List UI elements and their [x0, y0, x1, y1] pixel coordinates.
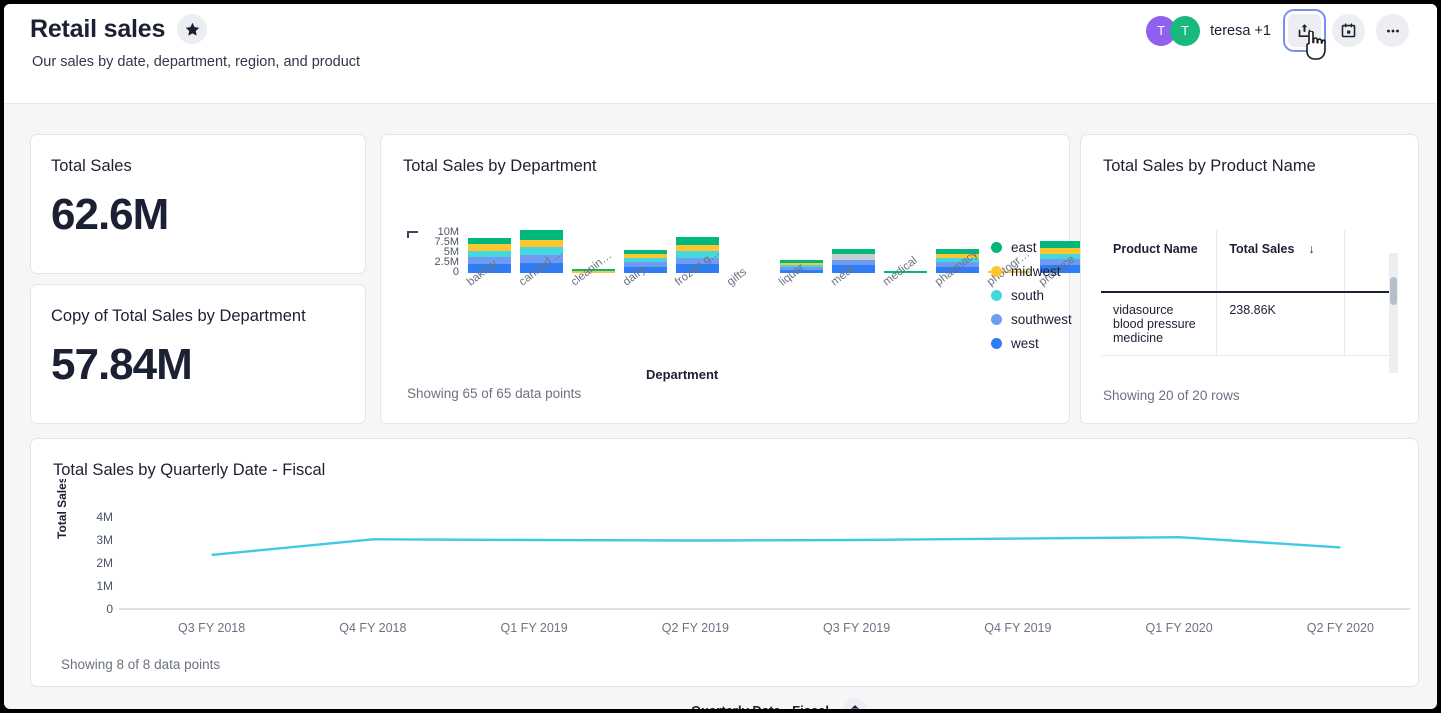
- tile-footer: Showing 20 of 20 rows: [1103, 388, 1240, 403]
- bar-chart-x-tick: cleanin…: [567, 275, 619, 335]
- page-title: Retail sales: [30, 15, 165, 44]
- table-cell: 238.86K: [1217, 292, 1345, 356]
- bar-chart-x-tick: bakery: [463, 275, 515, 335]
- bar-chart-x-axis-title: Department: [646, 367, 718, 382]
- legend-label: southwest: [1011, 312, 1072, 327]
- bar-chart-x-tick: medical: [879, 275, 931, 335]
- star-icon[interactable]: [177, 14, 207, 44]
- tile-copy-of-total-sales-by-department[interactable]: Copy of Total Sales by Department 57.84M: [30, 284, 366, 424]
- line-chart-x-tick: Q2 FY 2020: [1280, 621, 1400, 635]
- title-row: Retail sales: [30, 14, 207, 44]
- line-chart-x-tick: Q4 FY 2018: [313, 621, 433, 635]
- bar-chart-x-tick: frozen g…: [671, 275, 723, 335]
- line-chart[interactable]: 4M 3M 2M 1M 0 Q3 FY 2018 Q4 FY 2018 Q1 FY 2019…: [31, 509, 1420, 649]
- bar-chart[interactable]: 10M7.5M5M2.5M0 bakerycanned …cleanin…dai…: [403, 225, 963, 355]
- line-chart-y-tick: 1M: [73, 579, 113, 593]
- bar-segment-south[interactable]: [468, 251, 511, 258]
- more-options-button[interactable]: [1376, 14, 1409, 47]
- bar-segment-east[interactable]: [468, 238, 511, 245]
- product-table-wrapper[interactable]: Product Name Total Sales ↓ vidasource blo…: [1101, 230, 1398, 375]
- avatar[interactable]: T: [1170, 16, 1200, 46]
- dashboard-root: Retail sales Our sales by date, departme…: [0, 0, 1441, 713]
- line-chart-x-tick: Q3 FY 2019: [797, 621, 917, 635]
- bar-chart-bar-group[interactable]: [619, 225, 671, 273]
- tile-title: Total Sales: [51, 157, 132, 176]
- legend-label: south: [1011, 288, 1044, 303]
- header-actions: T T teresa +1: [1146, 14, 1409, 47]
- tile-footer: Showing 65 of 65 data points: [407, 386, 581, 401]
- kpi-value: 62.6M: [51, 190, 168, 240]
- tile-title: Total Sales by Product Name: [1103, 157, 1316, 176]
- bar-chart-x-tick: meat: [827, 275, 879, 335]
- legend-item-east[interactable]: east: [991, 235, 1072, 259]
- bar-chart-x-tick: gifts: [723, 275, 775, 335]
- legend-item-midwest[interactable]: midwest: [991, 259, 1072, 283]
- bar-segment-east[interactable]: [676, 237, 719, 244]
- bar-chart-x-tick: canned …: [515, 275, 567, 335]
- sort-desc-icon[interactable]: ↓: [1308, 242, 1314, 256]
- tile-total-sales-by-department[interactable]: Total Sales by Department 10M7.5M5M2.5M0…: [380, 134, 1070, 424]
- legend-label: west: [1011, 336, 1039, 351]
- bar-chart-bar-group[interactable]: [827, 225, 879, 273]
- legend-color-swatch: [991, 242, 1002, 253]
- bar-segment-midwest[interactable]: [520, 240, 563, 248]
- schedule-button[interactable]: [1332, 14, 1365, 47]
- share-button[interactable]: [1288, 14, 1321, 47]
- column-header-label: Product Name: [1113, 242, 1198, 256]
- dashboard-body: Total Sales 62.6M Copy of Total Sales by…: [4, 104, 1437, 709]
- avatar-group[interactable]: T T: [1146, 16, 1200, 46]
- line-chart-x-tick: Q3 FY 2018: [152, 621, 272, 635]
- legend-color-swatch: [991, 338, 1002, 349]
- table-cell: vidasource blood pressure medicine: [1101, 292, 1217, 356]
- tile-total-sales[interactable]: Total Sales 62.6M: [30, 134, 366, 274]
- line-chart-y-tick: 2M: [73, 556, 113, 570]
- table-scrollbar[interactable]: [1389, 253, 1398, 373]
- legend-color-swatch: [991, 266, 1002, 277]
- bar-chart-y-axis: 10M7.5M5M2.5M0: [411, 225, 459, 273]
- table-row[interactable]: vidasource blood pressure medicine238.86…: [1101, 292, 1398, 356]
- legend-color-swatch: [991, 290, 1002, 301]
- column-header-product-name[interactable]: Product Name: [1101, 230, 1217, 292]
- tile-total-sales-by-product-name[interactable]: Total Sales by Product Name Product Name…: [1080, 134, 1419, 424]
- legend-item-southwest[interactable]: southwest: [991, 307, 1072, 331]
- line-chart-x-tick: Q2 FY 2019: [635, 621, 755, 635]
- tile-total-sales-by-quarterly-date-fiscal[interactable]: Total Sales by Quarterly Date - Fiscal T…: [30, 438, 1419, 687]
- tile-title: Copy of Total Sales by Department: [51, 307, 306, 326]
- line-chart-y-tick: 4M: [73, 510, 113, 524]
- kpi-value: 57.84M: [51, 340, 192, 390]
- tile-footer: Showing 8 of 8 data points: [61, 657, 220, 672]
- bar-chart-bar-group[interactable]: [723, 225, 775, 273]
- legend-item-south[interactable]: south: [991, 283, 1072, 307]
- line-chart-x-axis-title: Quarterly Date - Fiscal: [691, 703, 829, 713]
- legend-label: east: [1011, 240, 1037, 255]
- table-body: vidasource blood pressure medicine238.86…: [1101, 292, 1398, 356]
- sort-asc-button[interactable]: [843, 698, 867, 713]
- bar-segment-east[interactable]: [520, 230, 563, 240]
- line-chart-y-tick: 0: [73, 602, 113, 616]
- legend-label: midwest: [1011, 264, 1061, 279]
- bar-chart-legend[interactable]: east midwest south southwest west: [991, 235, 1072, 355]
- bar-chart-x-tick: pharmacy: [931, 275, 983, 335]
- bar-chart-x-tick: dairy: [619, 275, 671, 335]
- tile-title: Total Sales by Department: [403, 157, 597, 176]
- dashboard-header: Retail sales Our sales by date, departme…: [4, 4, 1437, 104]
- line-chart-x-tick: Q4 FY 2019: [958, 621, 1078, 635]
- user-list-label: teresa +1: [1210, 23, 1271, 39]
- page-subtitle: Our sales by date, department, region, a…: [32, 54, 360, 70]
- product-table: Product Name Total Sales ↓ vidasource blo…: [1101, 230, 1398, 356]
- column-header-total-sales[interactable]: Total Sales ↓: [1217, 230, 1345, 292]
- line-chart-x-tick: Q1 FY 2019: [474, 621, 594, 635]
- line-chart-series-total-sales[interactable]: [212, 537, 1341, 555]
- legend-item-west[interactable]: west: [991, 331, 1072, 355]
- tile-title: Total Sales by Quarterly Date - Fiscal: [53, 461, 325, 480]
- table-scrollbar-thumb[interactable]: [1390, 277, 1397, 305]
- column-header-label: Total Sales: [1229, 242, 1294, 256]
- line-chart-x-tick: Q1 FY 2020: [1119, 621, 1239, 635]
- bar-chart-x-tick: liquor: [775, 275, 827, 335]
- bar-chart-y-tick: 0: [453, 267, 459, 277]
- legend-color-swatch: [991, 314, 1002, 325]
- line-chart-y-tick: 3M: [73, 533, 113, 547]
- table-header-row: Product Name Total Sales ↓: [1101, 230, 1398, 292]
